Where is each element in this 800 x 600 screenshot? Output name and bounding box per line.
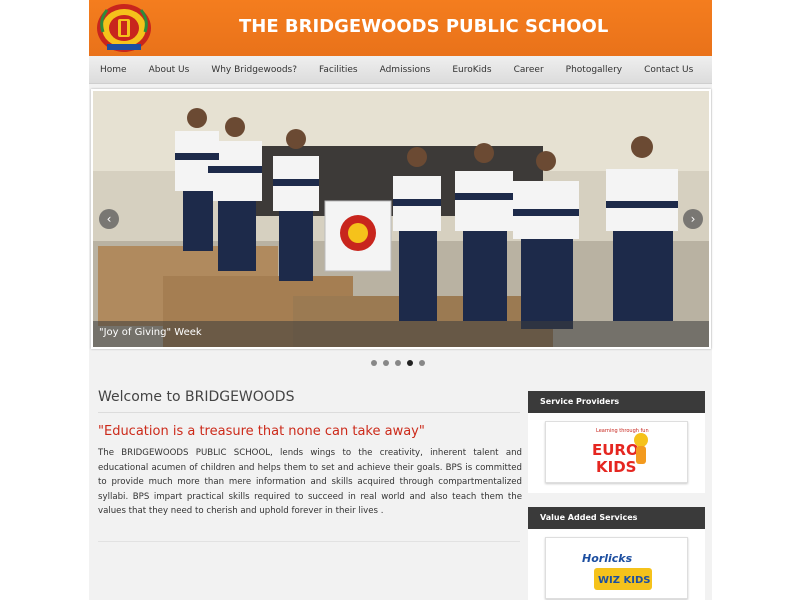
site-header: THE BRIDGEWOODS PUBLIC SCHOOL	[89, 0, 712, 56]
slider-dot-3[interactable]	[395, 360, 401, 366]
slider-pagination	[371, 360, 425, 366]
nav-item-about-us[interactable]: About Us	[138, 56, 201, 83]
slider-dot-5[interactable]	[419, 360, 425, 366]
intro-paragraph: The BRIDGEWOODS PUBLIC SCHOOL, lends win…	[98, 448, 522, 517]
nav-item-eurokids[interactable]: EuroKids	[441, 56, 502, 83]
service-providers-title: Service Providers	[528, 391, 705, 413]
slide-caption: "Joy of Giving" Week	[99, 327, 202, 338]
nav-item-contact-us[interactable]: Contact Us	[633, 56, 704, 83]
slider-dot-1[interactable]	[371, 360, 377, 366]
chevron-left-icon[interactable]: ‹	[99, 209, 119, 229]
eurokids-logo-bottom: KIDS	[596, 458, 636, 476]
horlicks-wizkids-logo-card[interactable]: Horlicks WIZ KIDS	[545, 537, 688, 599]
school-crest-icon[interactable]	[95, 2, 153, 54]
slider-dot-2[interactable]	[383, 360, 389, 366]
eurokids-logo-icon: Learning through fun EURO KIDS	[592, 428, 649, 476]
value-added-services-box: Value Added Services Horlicks WIZ KIDS	[528, 507, 705, 600]
nav-item-photogallery[interactable]: Photogallery	[555, 56, 633, 83]
nav-item-home[interactable]: Home	[89, 56, 138, 83]
nav-item-career[interactable]: Career	[503, 56, 555, 83]
value-added-services-body: Horlicks WIZ KIDS	[528, 529, 705, 600]
horlicks-logo-bottom: WIZ KIDS	[598, 575, 650, 586]
nav-item-facilities[interactable]: Facilities	[308, 56, 369, 83]
slide-caption-bar: "Joy of Giving" Week	[93, 321, 709, 347]
slide-photo	[93, 91, 709, 347]
nav-item-why-bridgewoods[interactable]: Why Bridgewoods?	[200, 56, 308, 83]
value-added-services-title: Value Added Services	[528, 507, 705, 529]
slider-dot-4[interactable]	[407, 360, 413, 366]
motto-quote: "Education is a treasure that none can t…	[98, 424, 425, 439]
site-title: THE BRIDGEWOODS PUBLIC SCHOOL	[239, 16, 609, 37]
eurokids-logo-card[interactable]: Learning through fun EURO KIDS	[545, 421, 688, 483]
welcome-heading: Welcome to BRIDGEWOODS	[98, 389, 295, 405]
divider	[98, 541, 520, 542]
page: THE BRIDGEWOODS PUBLIC SCHOOL Home About…	[89, 0, 712, 600]
chevron-right-icon[interactable]: ›	[683, 209, 703, 229]
nav-item-admissions[interactable]: Admissions	[369, 56, 442, 83]
service-providers-body: Learning through fun EURO KIDS	[528, 413, 705, 493]
main-nav: Home About Us Why Bridgewoods? Facilitie…	[89, 56, 712, 84]
horlicks-wizkids-logo-icon: Horlicks WIZ KIDS	[582, 552, 652, 590]
divider	[98, 412, 520, 413]
eurokids-logo-top: EURO	[592, 441, 639, 459]
horlicks-logo-top: Horlicks	[582, 552, 633, 565]
image-slider[interactable]: ‹ › "Joy of Giving" Week	[91, 89, 711, 349]
service-providers-box: Service Providers Learning through fun E…	[528, 391, 705, 493]
